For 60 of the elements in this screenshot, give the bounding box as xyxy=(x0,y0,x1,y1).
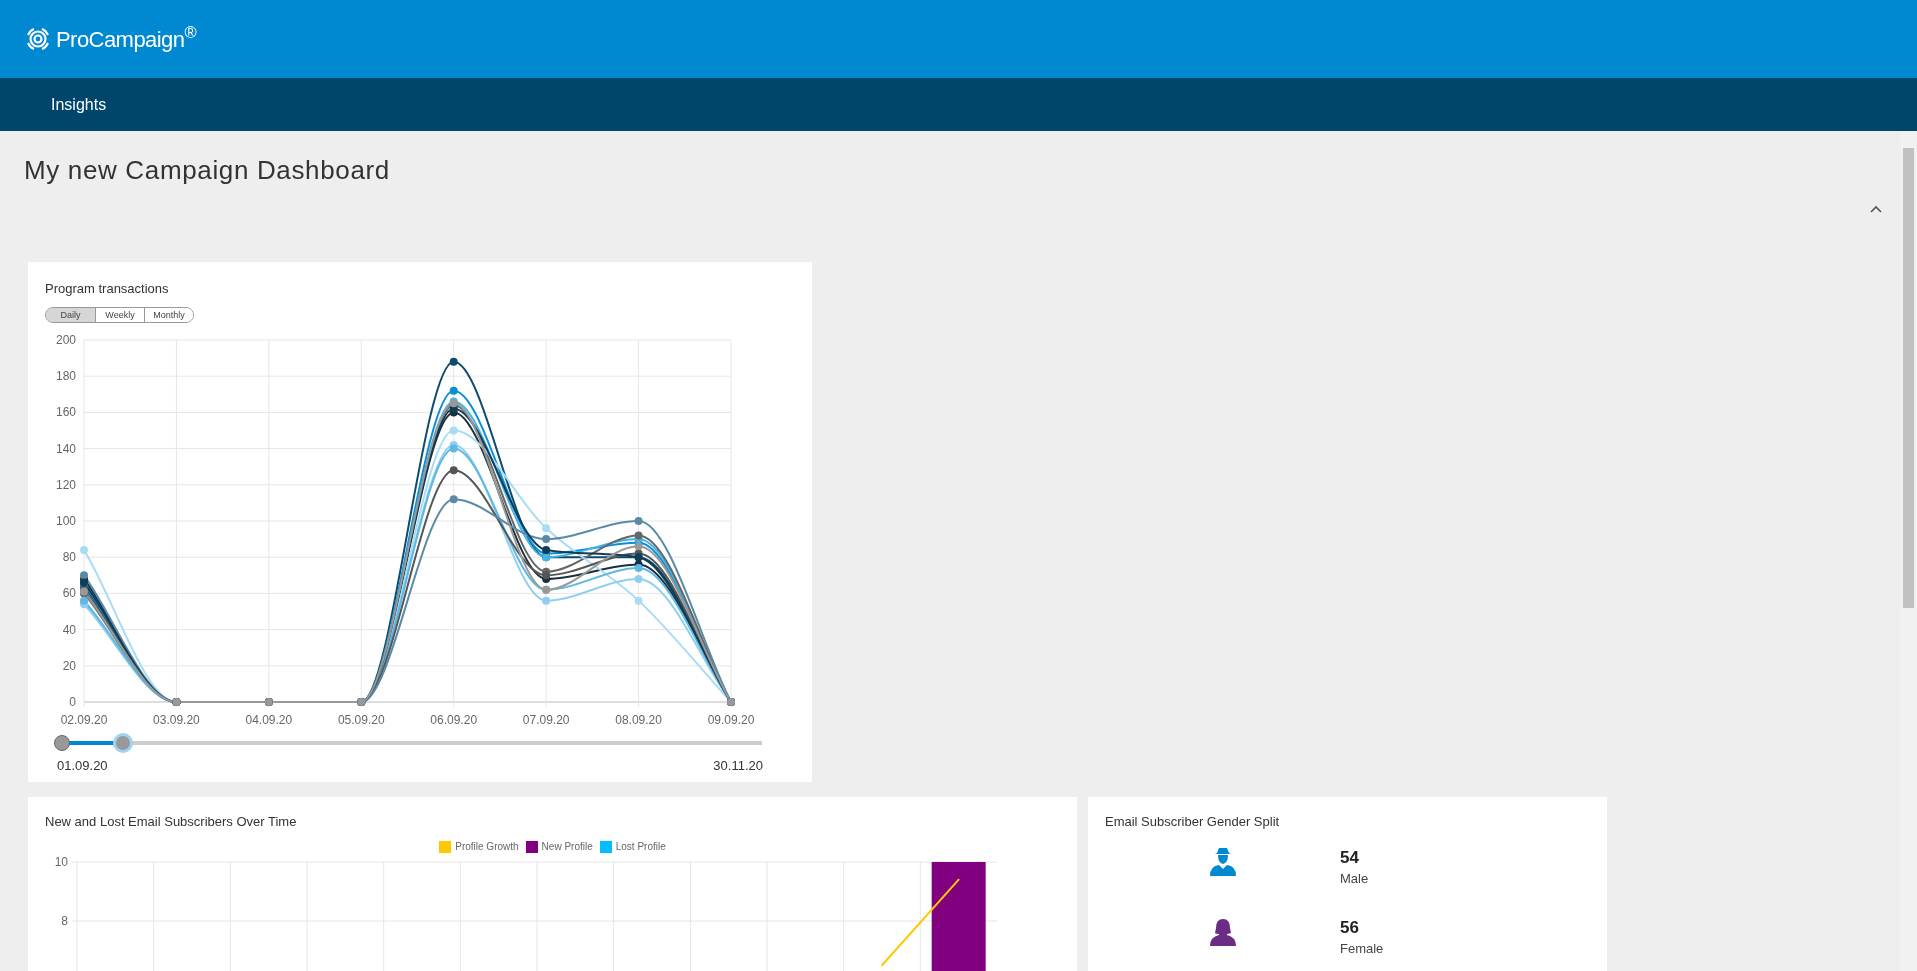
data-point xyxy=(449,386,458,395)
axis-label: 100 xyxy=(55,514,76,528)
axis-label: 02.09.20 xyxy=(60,713,108,727)
gender-label: Male xyxy=(1340,870,1369,888)
data-point xyxy=(634,517,643,525)
axis-label: 09.09.20 xyxy=(707,713,755,727)
page-title: My new Campaign Dashboard xyxy=(23,154,391,187)
data-point xyxy=(542,524,551,533)
axis-label: 140 xyxy=(55,441,76,456)
data-point xyxy=(634,542,643,551)
data-point xyxy=(449,444,458,453)
range-start-label: 01.09.20 xyxy=(57,757,108,775)
count-value: 54 xyxy=(1340,847,1359,869)
logo-icon xyxy=(25,26,51,52)
card-title: Email Subscriber Gender Split xyxy=(1105,813,1280,831)
axis-label: 06.09.20 xyxy=(430,713,478,727)
period-toggle[interactable]: Daily xyxy=(46,308,95,322)
data-point xyxy=(449,426,458,435)
legend-label[interactable]: Profile Growth xyxy=(455,839,519,854)
legend-label[interactable]: Lost Profile xyxy=(615,839,666,854)
count-value: 56 xyxy=(1340,917,1359,939)
axis-label: 07.09.20 xyxy=(522,713,570,727)
axis-label: 80 xyxy=(62,550,76,565)
data-point xyxy=(634,574,643,583)
scrollbar[interactable] xyxy=(1900,131,1917,971)
data-point xyxy=(449,466,458,475)
axis-label: 8 xyxy=(61,914,68,928)
data-point xyxy=(449,357,458,366)
range-end-label: 30.11.20 xyxy=(713,757,763,775)
data-point xyxy=(542,596,551,605)
axis-label: 180 xyxy=(55,369,76,384)
axis-label: 20 xyxy=(62,658,76,673)
card-title: New and Lost Email Subscribers Over Time xyxy=(45,813,297,831)
axis-label: 04.09.20 xyxy=(245,713,293,727)
nav-item[interactable]: Insights xyxy=(51,92,107,117)
period-toggle[interactable]: Monthly xyxy=(144,308,193,322)
data-point xyxy=(449,495,458,504)
data-point xyxy=(80,545,88,554)
card-title: Program transactions xyxy=(45,280,169,298)
axis-label: 08.09.20 xyxy=(615,713,662,727)
axis-label: 160 xyxy=(55,405,76,420)
gender-label: Female xyxy=(1340,940,1384,958)
legend-label[interactable]: New Profile xyxy=(541,839,593,854)
data-point xyxy=(542,545,551,554)
data-point xyxy=(634,596,643,605)
collapse-chevron-icon[interactable] xyxy=(1869,204,1883,214)
axis-label: 120 xyxy=(55,477,76,492)
scrollbar-thumb[interactable] xyxy=(1903,148,1914,608)
axis-label: 200 xyxy=(55,333,76,347)
axis-label: 40 xyxy=(62,622,76,637)
axis-label: 10 xyxy=(54,855,68,869)
slider-handle[interactable] xyxy=(54,735,70,751)
data-point xyxy=(542,535,551,544)
data-point xyxy=(634,564,643,573)
data-point xyxy=(634,531,643,540)
axis-label: 05.09.20 xyxy=(337,713,385,727)
logo-text[interactable]: ProCampaign$^{®}$ xyxy=(56,22,197,56)
axis-label: 03.09.20 xyxy=(153,713,200,727)
axis-label: 0 xyxy=(69,695,76,709)
axis-label: 60 xyxy=(62,586,76,601)
